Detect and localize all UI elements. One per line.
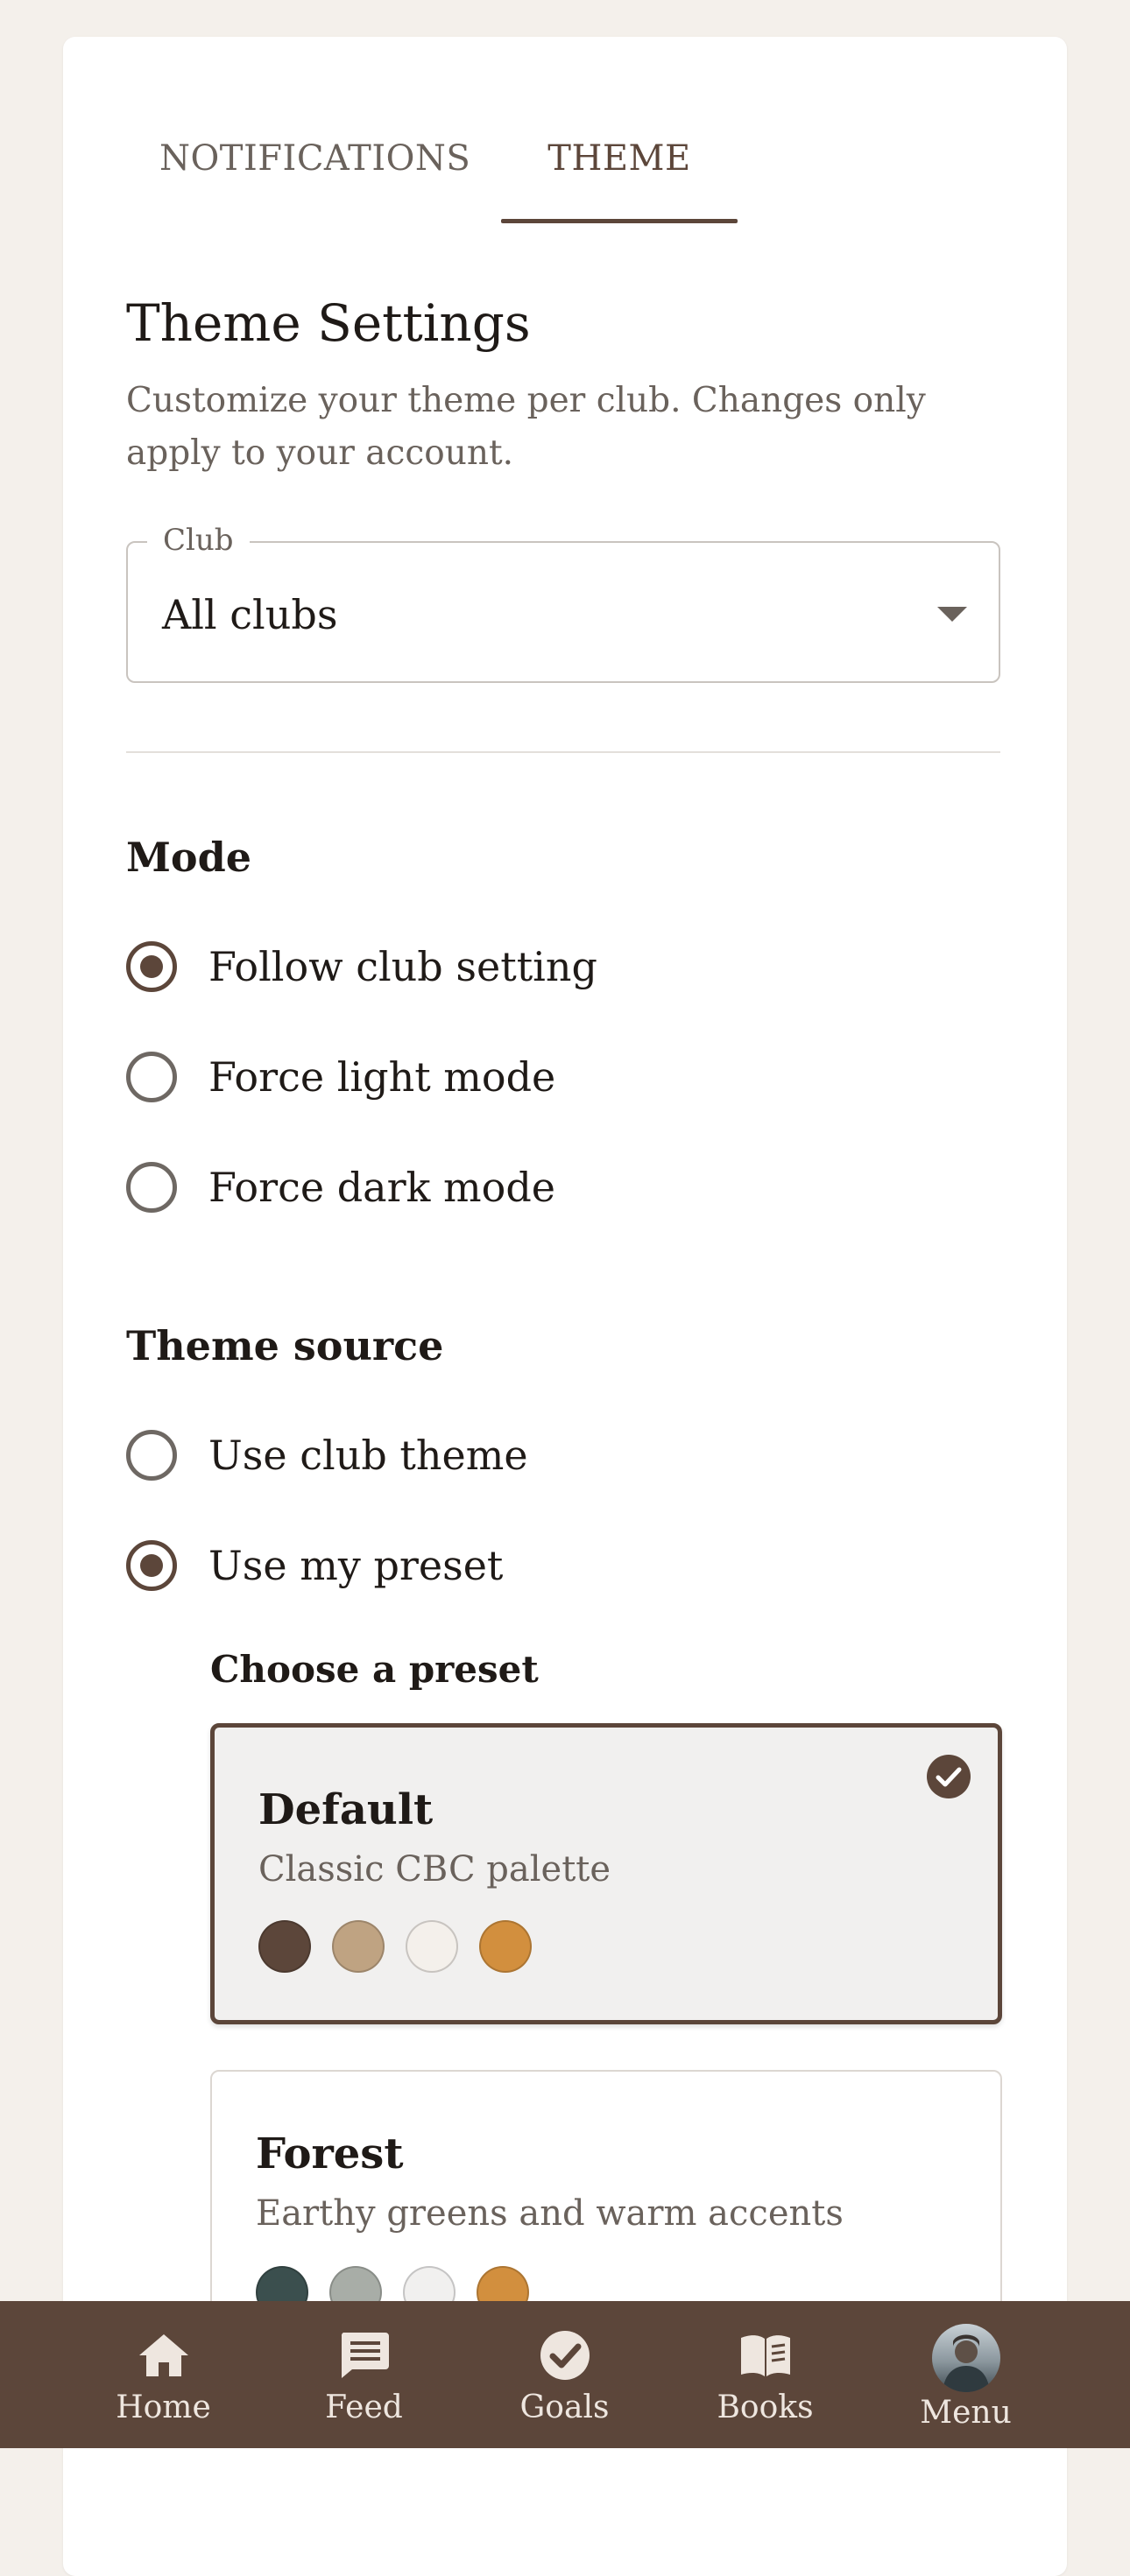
radio-follow-club-setting[interactable]: Follow club setting	[126, 932, 915, 1002]
avatar	[931, 2324, 1000, 2392]
radio-label: Force dark mode	[208, 1164, 556, 1211]
radio-label: Use club theme	[208, 1432, 528, 1479]
nav-home[interactable]: Home	[63, 2301, 264, 2448]
nav-label: Books	[717, 2389, 814, 2425]
club-select-label: Club	[147, 520, 250, 560]
radio-use-club-theme[interactable]: Use club theme	[126, 1420, 915, 1490]
feed-icon	[341, 2333, 389, 2378]
page-title: Theme Settings	[126, 293, 531, 353]
radio-label: Follow club setting	[208, 943, 597, 990]
club-select-value: All clubs	[162, 591, 338, 638]
bottom-nav: Home Feed Goals Books Menu	[0, 2301, 1130, 2448]
radio-force-dark-mode[interactable]: Force dark mode	[126, 1152, 915, 1222]
book-icon	[740, 2335, 790, 2376]
radio-unchecked-icon[interactable]	[126, 1430, 177, 1481]
radio-checked-icon[interactable]	[126, 941, 177, 992]
nav-label: Home	[116, 2389, 211, 2425]
color-swatch	[406, 1920, 458, 1973]
avatar-photo-icon	[942, 2334, 990, 2392]
active-tab-indicator	[501, 219, 738, 223]
radio-unchecked-icon[interactable]	[126, 1052, 177, 1102]
mode-title: Mode	[126, 834, 252, 881]
color-swatch	[258, 1920, 311, 1973]
goals-check-icon	[540, 2331, 590, 2380]
color-swatch	[332, 1920, 385, 1973]
nav-books[interactable]: Books	[665, 2301, 865, 2448]
nav-menu[interactable]: Menu	[865, 2301, 1066, 2448]
page-description: Customize your theme per club. Changes o…	[126, 381, 926, 473]
home-icon	[138, 2334, 188, 2376]
theme-source-title: Theme source	[126, 1322, 444, 1369]
divider	[126, 751, 1000, 753]
nav-label: Goals	[519, 2389, 610, 2425]
radio-checked-icon[interactable]	[126, 1540, 177, 1591]
nav-label: Feed	[325, 2389, 403, 2425]
tab-theme[interactable]: THEME	[501, 98, 738, 219]
chevron-down-icon[interactable]	[937, 607, 967, 622]
check-circle-icon	[927, 1755, 971, 1798]
swatch-row	[258, 1920, 553, 1973]
radio-use-my-preset[interactable]: Use my preset	[126, 1531, 915, 1601]
radio-force-light-mode[interactable]: Force light mode	[126, 1042, 915, 1112]
preset-name: Forest	[256, 2129, 404, 2178]
radio-label: Force light mode	[208, 1053, 556, 1101]
tab-bar: NOTIFICATIONS THEME	[63, 107, 1067, 228]
preset-card-default[interactable]: Default Classic CBC palette	[210, 1723, 1002, 2024]
color-swatch	[479, 1920, 532, 1973]
radio-label: Use my preset	[208, 1542, 504, 1589]
nav-goals[interactable]: Goals	[464, 2301, 665, 2448]
preset-description: Classic CBC palette	[258, 1849, 611, 1890]
nav-feed[interactable]: Feed	[264, 2301, 464, 2448]
preset-description: Earthy greens and warm accents	[256, 2193, 844, 2234]
preset-heading: Choose a preset	[210, 1648, 539, 1691]
radio-unchecked-icon[interactable]	[126, 1162, 177, 1213]
tab-notifications[interactable]: NOTIFICATIONS	[159, 98, 470, 219]
preset-name: Default	[258, 1785, 434, 1834]
nav-label: Menu	[920, 2395, 1012, 2431]
